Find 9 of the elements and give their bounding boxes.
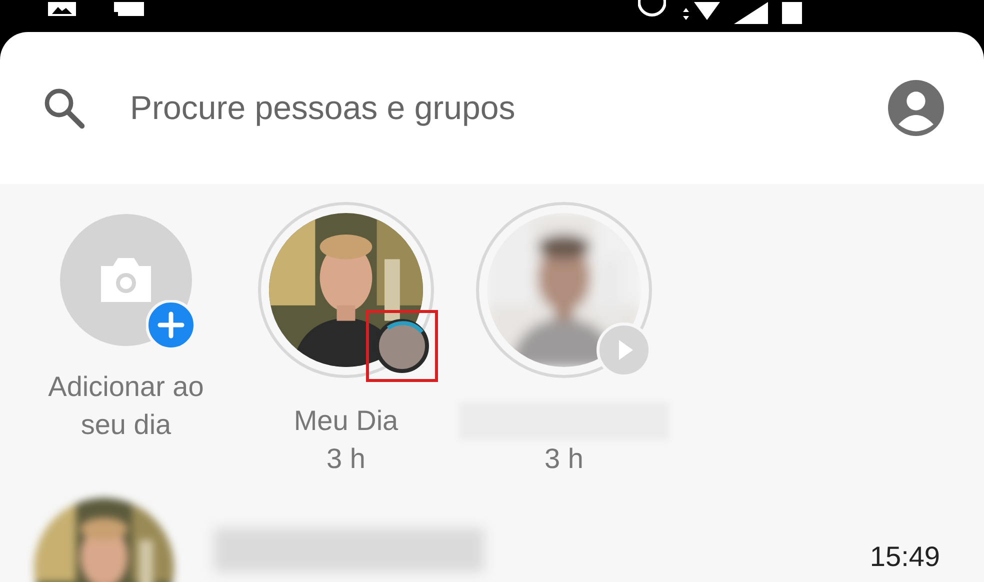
message-time: 15:49	[870, 540, 940, 574]
plus-icon	[146, 300, 196, 350]
story-name: Meu Dia	[294, 404, 398, 438]
story-time: 3 h	[326, 442, 366, 476]
story-time: 3 h	[544, 442, 584, 476]
story-label: Adicionar ao seu dia	[47, 370, 205, 442]
profile-icon[interactable]	[888, 80, 944, 136]
battery-icon	[782, 2, 802, 24]
signal-icon	[734, 2, 768, 24]
